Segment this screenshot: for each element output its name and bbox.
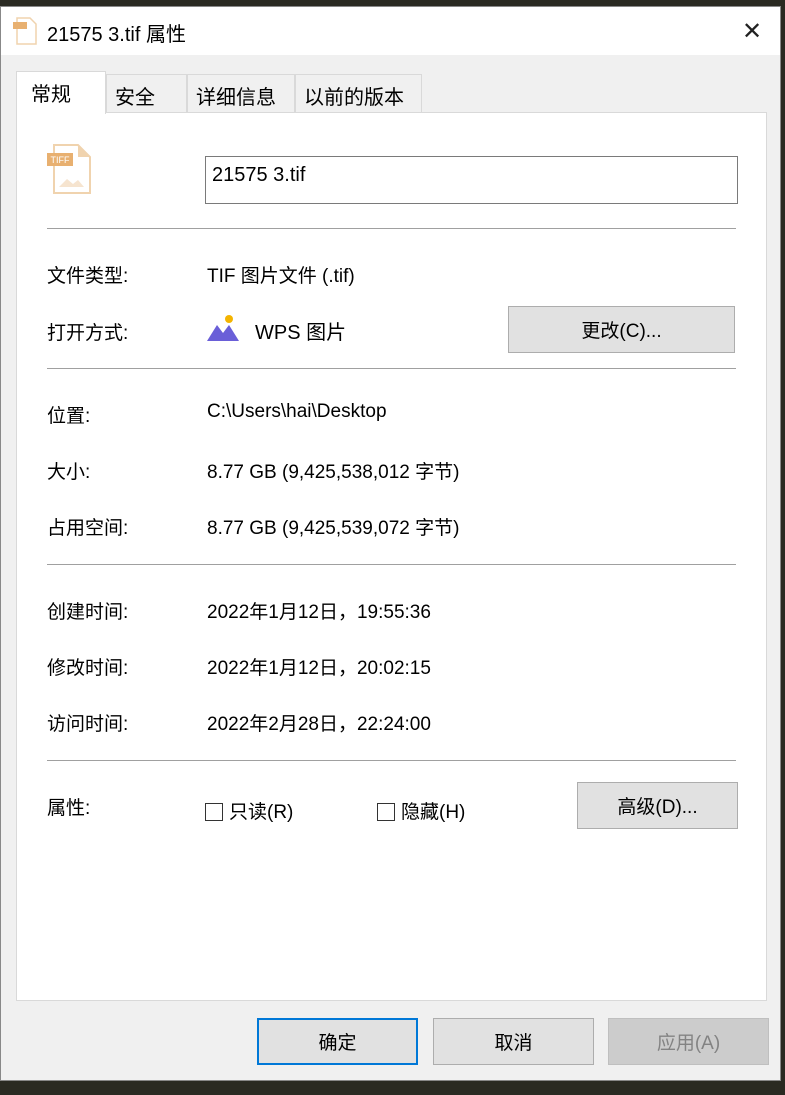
window-title: 21575 3.tif 属性 [47, 24, 186, 46]
tab-details[interactable]: 详细信息 [187, 74, 295, 112]
hidden-checkbox[interactable]: 隐藏(H) [377, 797, 465, 824]
tiff-file-icon [13, 17, 37, 45]
modified-label: 修改时间: [47, 658, 129, 679]
created-value: 2022年1月12日，19:55:36 [207, 602, 431, 623]
size-label: 大小: [47, 462, 91, 483]
tab-general[interactable]: 常规 [16, 71, 106, 114]
tiff-file-icon: TIFF [47, 144, 91, 194]
accessed-value: 2022年2月28日，22:24:00 [207, 714, 431, 735]
hidden-label: 隐藏(H) [401, 802, 466, 823]
readonly-label: 只读(R) [229, 802, 294, 823]
close-button[interactable]: ✕ [724, 7, 780, 55]
created-label: 创建时间: [47, 602, 129, 623]
title-bar: 21575 3.tif 属性 ✕ [1, 7, 780, 55]
location-label: 位置: [47, 406, 91, 427]
properties-dialog: 21575 3.tif 属性 ✕ 常规 安全 详细信息 以前的版本 TIFF 2… [0, 6, 781, 1081]
close-icon: ✕ [741, 17, 763, 45]
cancel-button[interactable]: 取消 [433, 1018, 594, 1065]
wps-picture-icon [207, 315, 239, 341]
disk-size-value: 8.77 GB (9,425,539,072 字节) [207, 518, 460, 539]
open-with-label: 打开方式: [47, 323, 129, 344]
ok-button[interactable]: 确定 [257, 1018, 418, 1065]
tab-previous-versions[interactable]: 以前的版本 [295, 74, 422, 112]
file-type-value: TIF 图片文件 (.tif) [207, 266, 355, 287]
checkbox-box[interactable] [377, 803, 395, 821]
divider [47, 228, 736, 229]
readonly-checkbox[interactable]: 只读(R) [205, 797, 293, 824]
divider [47, 368, 736, 369]
change-button[interactable]: 更改(C)... [508, 306, 735, 353]
location-value: C:\Users\hai\Desktop [207, 401, 387, 422]
attributes-label: 属性: [47, 798, 91, 819]
file-type-label: 文件类型: [47, 266, 129, 287]
modified-value: 2022年1月12日，20:02:15 [207, 658, 431, 679]
advanced-button[interactable]: 高级(D)... [577, 782, 738, 829]
disk-size-label: 占用空间: [47, 518, 129, 539]
open-with-value: WPS 图片 [255, 322, 347, 344]
general-panel: TIFF 21575 3.tif 文件类型: TIF 图片文件 (.tif) 打… [16, 112, 767, 1001]
apply-button[interactable]: 应用(A) [608, 1018, 769, 1065]
filename-input[interactable]: 21575 3.tif [205, 156, 738, 204]
tiff-label: TIFF [51, 155, 70, 165]
checkbox-box[interactable] [205, 803, 223, 821]
accessed-label: 访问时间: [47, 714, 129, 735]
tab-security[interactable]: 安全 [106, 74, 187, 112]
size-value: 8.77 GB (9,425,538,012 字节) [207, 462, 460, 483]
divider [47, 564, 736, 565]
divider [47, 760, 736, 761]
